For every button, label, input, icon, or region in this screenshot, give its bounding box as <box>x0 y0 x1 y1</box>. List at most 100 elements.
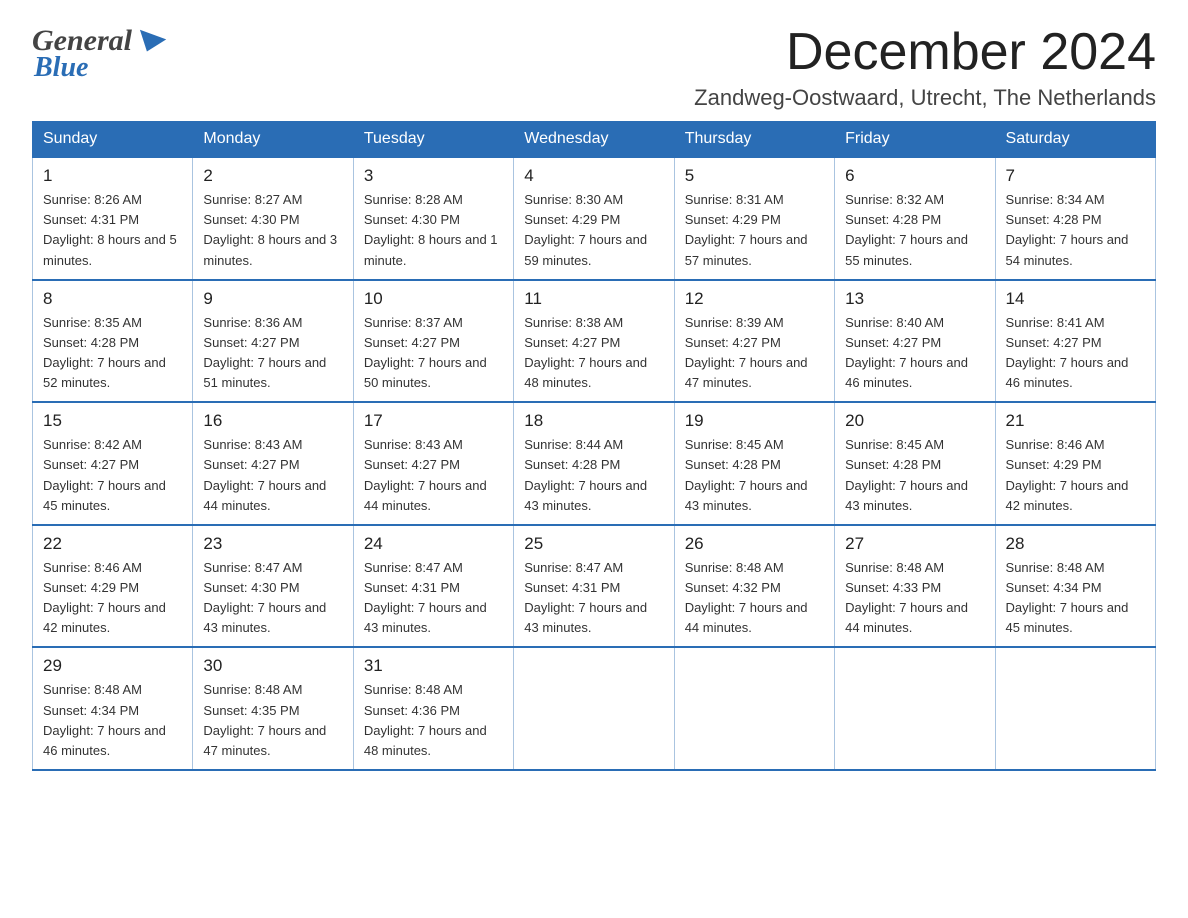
day-number: 29 <box>43 656 182 676</box>
calendar-day-cell: 6 Sunrise: 8:32 AM Sunset: 4:28 PM Dayli… <box>835 157 995 280</box>
day-info: Sunrise: 8:34 AM Sunset: 4:28 PM Dayligh… <box>1006 190 1145 271</box>
logo-arrow-icon <box>134 30 166 56</box>
calendar-day-cell: 7 Sunrise: 8:34 AM Sunset: 4:28 PM Dayli… <box>995 157 1155 280</box>
logo-blue-text: Blue <box>34 52 88 84</box>
calendar-day-cell <box>835 647 995 770</box>
day-number: 27 <box>845 534 984 554</box>
calendar-day-cell: 26 Sunrise: 8:48 AM Sunset: 4:32 PM Dayl… <box>674 525 834 648</box>
day-number: 21 <box>1006 411 1145 431</box>
day-number: 14 <box>1006 289 1145 309</box>
calendar-day-cell: 5 Sunrise: 8:31 AM Sunset: 4:29 PM Dayli… <box>674 157 834 280</box>
day-number: 2 <box>203 166 342 186</box>
calendar-day-cell: 21 Sunrise: 8:46 AM Sunset: 4:29 PM Dayl… <box>995 402 1155 525</box>
day-number: 28 <box>1006 534 1145 554</box>
day-number: 12 <box>685 289 824 309</box>
calendar-day-cell <box>514 647 674 770</box>
day-info: Sunrise: 8:47 AM Sunset: 4:31 PM Dayligh… <box>524 558 663 639</box>
day-of-week-header: Thursday <box>674 122 834 158</box>
day-info: Sunrise: 8:26 AM Sunset: 4:31 PM Dayligh… <box>43 190 182 271</box>
day-info: Sunrise: 8:30 AM Sunset: 4:29 PM Dayligh… <box>524 190 663 271</box>
days-of-week-row: SundayMondayTuesdayWednesdayThursdayFrid… <box>33 122 1156 158</box>
calendar-day-cell: 31 Sunrise: 8:48 AM Sunset: 4:36 PM Dayl… <box>353 647 513 770</box>
calendar-day-cell: 19 Sunrise: 8:45 AM Sunset: 4:28 PM Dayl… <box>674 402 834 525</box>
calendar-day-cell: 14 Sunrise: 8:41 AM Sunset: 4:27 PM Dayl… <box>995 280 1155 403</box>
day-number: 30 <box>203 656 342 676</box>
calendar-day-cell: 8 Sunrise: 8:35 AM Sunset: 4:28 PM Dayli… <box>33 280 193 403</box>
calendar-day-cell <box>995 647 1155 770</box>
day-info: Sunrise: 8:48 AM Sunset: 4:34 PM Dayligh… <box>43 680 182 761</box>
day-info: Sunrise: 8:42 AM Sunset: 4:27 PM Dayligh… <box>43 435 182 516</box>
day-number: 26 <box>685 534 824 554</box>
day-of-week-header: Tuesday <box>353 122 513 158</box>
calendar-day-cell: 22 Sunrise: 8:46 AM Sunset: 4:29 PM Dayl… <box>33 525 193 648</box>
calendar-week-row: 22 Sunrise: 8:46 AM Sunset: 4:29 PM Dayl… <box>33 525 1156 648</box>
day-number: 8 <box>43 289 182 309</box>
calendar-week-row: 8 Sunrise: 8:35 AM Sunset: 4:28 PM Dayli… <box>33 280 1156 403</box>
calendar-day-cell: 29 Sunrise: 8:48 AM Sunset: 4:34 PM Dayl… <box>33 647 193 770</box>
calendar-day-cell: 15 Sunrise: 8:42 AM Sunset: 4:27 PM Dayl… <box>33 402 193 525</box>
day-info: Sunrise: 8:47 AM Sunset: 4:31 PM Dayligh… <box>364 558 503 639</box>
page-header: General Blue December 2024 Zandweg-Oostw… <box>32 24 1156 111</box>
day-info: Sunrise: 8:48 AM Sunset: 4:35 PM Dayligh… <box>203 680 342 761</box>
day-info: Sunrise: 8:36 AM Sunset: 4:27 PM Dayligh… <box>203 313 342 394</box>
day-number: 22 <box>43 534 182 554</box>
calendar-day-cell: 20 Sunrise: 8:45 AM Sunset: 4:28 PM Dayl… <box>835 402 995 525</box>
calendar-day-cell: 30 Sunrise: 8:48 AM Sunset: 4:35 PM Dayl… <box>193 647 353 770</box>
calendar-week-row: 15 Sunrise: 8:42 AM Sunset: 4:27 PM Dayl… <box>33 402 1156 525</box>
day-number: 3 <box>364 166 503 186</box>
calendar-day-cell: 11 Sunrise: 8:38 AM Sunset: 4:27 PM Dayl… <box>514 280 674 403</box>
calendar-day-cell: 16 Sunrise: 8:43 AM Sunset: 4:27 PM Dayl… <box>193 402 353 525</box>
calendar-day-cell: 27 Sunrise: 8:48 AM Sunset: 4:33 PM Dayl… <box>835 525 995 648</box>
day-info: Sunrise: 8:46 AM Sunset: 4:29 PM Dayligh… <box>1006 435 1145 516</box>
calendar-day-cell: 10 Sunrise: 8:37 AM Sunset: 4:27 PM Dayl… <box>353 280 513 403</box>
calendar-header: SundayMondayTuesdayWednesdayThursdayFrid… <box>33 122 1156 158</box>
day-info: Sunrise: 8:39 AM Sunset: 4:27 PM Dayligh… <box>685 313 824 394</box>
logo: General Blue <box>32 24 164 84</box>
day-info: Sunrise: 8:41 AM Sunset: 4:27 PM Dayligh… <box>1006 313 1145 394</box>
subtitle: Zandweg-Oostwaard, Utrecht, The Netherla… <box>694 85 1156 111</box>
calendar-day-cell <box>674 647 834 770</box>
day-number: 23 <box>203 534 342 554</box>
day-number: 20 <box>845 411 984 431</box>
day-number: 15 <box>43 411 182 431</box>
day-info: Sunrise: 8:48 AM Sunset: 4:33 PM Dayligh… <box>845 558 984 639</box>
day-number: 18 <box>524 411 663 431</box>
day-info: Sunrise: 8:48 AM Sunset: 4:36 PM Dayligh… <box>364 680 503 761</box>
day-number: 5 <box>685 166 824 186</box>
calendar-day-cell: 28 Sunrise: 8:48 AM Sunset: 4:34 PM Dayl… <box>995 525 1155 648</box>
day-info: Sunrise: 8:48 AM Sunset: 4:32 PM Dayligh… <box>685 558 824 639</box>
day-number: 31 <box>364 656 503 676</box>
day-number: 11 <box>524 289 663 309</box>
day-info: Sunrise: 8:44 AM Sunset: 4:28 PM Dayligh… <box>524 435 663 516</box>
day-info: Sunrise: 8:37 AM Sunset: 4:27 PM Dayligh… <box>364 313 503 394</box>
day-number: 6 <box>845 166 984 186</box>
calendar-week-row: 29 Sunrise: 8:48 AM Sunset: 4:34 PM Dayl… <box>33 647 1156 770</box>
calendar-table: SundayMondayTuesdayWednesdayThursdayFrid… <box>32 121 1156 771</box>
calendar-day-cell: 12 Sunrise: 8:39 AM Sunset: 4:27 PM Dayl… <box>674 280 834 403</box>
day-of-week-header: Friday <box>835 122 995 158</box>
day-info: Sunrise: 8:43 AM Sunset: 4:27 PM Dayligh… <box>364 435 503 516</box>
calendar-day-cell: 2 Sunrise: 8:27 AM Sunset: 4:30 PM Dayli… <box>193 157 353 280</box>
day-of-week-header: Saturday <box>995 122 1155 158</box>
calendar-day-cell: 18 Sunrise: 8:44 AM Sunset: 4:28 PM Dayl… <box>514 402 674 525</box>
calendar-day-cell: 1 Sunrise: 8:26 AM Sunset: 4:31 PM Dayli… <box>33 157 193 280</box>
day-number: 9 <box>203 289 342 309</box>
day-info: Sunrise: 8:47 AM Sunset: 4:30 PM Dayligh… <box>203 558 342 639</box>
day-info: Sunrise: 8:48 AM Sunset: 4:34 PM Dayligh… <box>1006 558 1145 639</box>
day-info: Sunrise: 8:32 AM Sunset: 4:28 PM Dayligh… <box>845 190 984 271</box>
calendar-day-cell: 4 Sunrise: 8:30 AM Sunset: 4:29 PM Dayli… <box>514 157 674 280</box>
calendar-day-cell: 24 Sunrise: 8:47 AM Sunset: 4:31 PM Dayl… <box>353 525 513 648</box>
day-number: 19 <box>685 411 824 431</box>
calendar-day-cell: 3 Sunrise: 8:28 AM Sunset: 4:30 PM Dayli… <box>353 157 513 280</box>
calendar-day-cell: 13 Sunrise: 8:40 AM Sunset: 4:27 PM Dayl… <box>835 280 995 403</box>
day-number: 16 <box>203 411 342 431</box>
calendar-day-cell: 17 Sunrise: 8:43 AM Sunset: 4:27 PM Dayl… <box>353 402 513 525</box>
day-number: 1 <box>43 166 182 186</box>
day-info: Sunrise: 8:27 AM Sunset: 4:30 PM Dayligh… <box>203 190 342 271</box>
calendar-day-cell: 9 Sunrise: 8:36 AM Sunset: 4:27 PM Dayli… <box>193 280 353 403</box>
calendar-week-row: 1 Sunrise: 8:26 AM Sunset: 4:31 PM Dayli… <box>33 157 1156 280</box>
title-block: December 2024 Zandweg-Oostwaard, Utrecht… <box>694 24 1156 111</box>
day-info: Sunrise: 8:45 AM Sunset: 4:28 PM Dayligh… <box>685 435 824 516</box>
calendar-body: 1 Sunrise: 8:26 AM Sunset: 4:31 PM Dayli… <box>33 157 1156 770</box>
day-number: 25 <box>524 534 663 554</box>
